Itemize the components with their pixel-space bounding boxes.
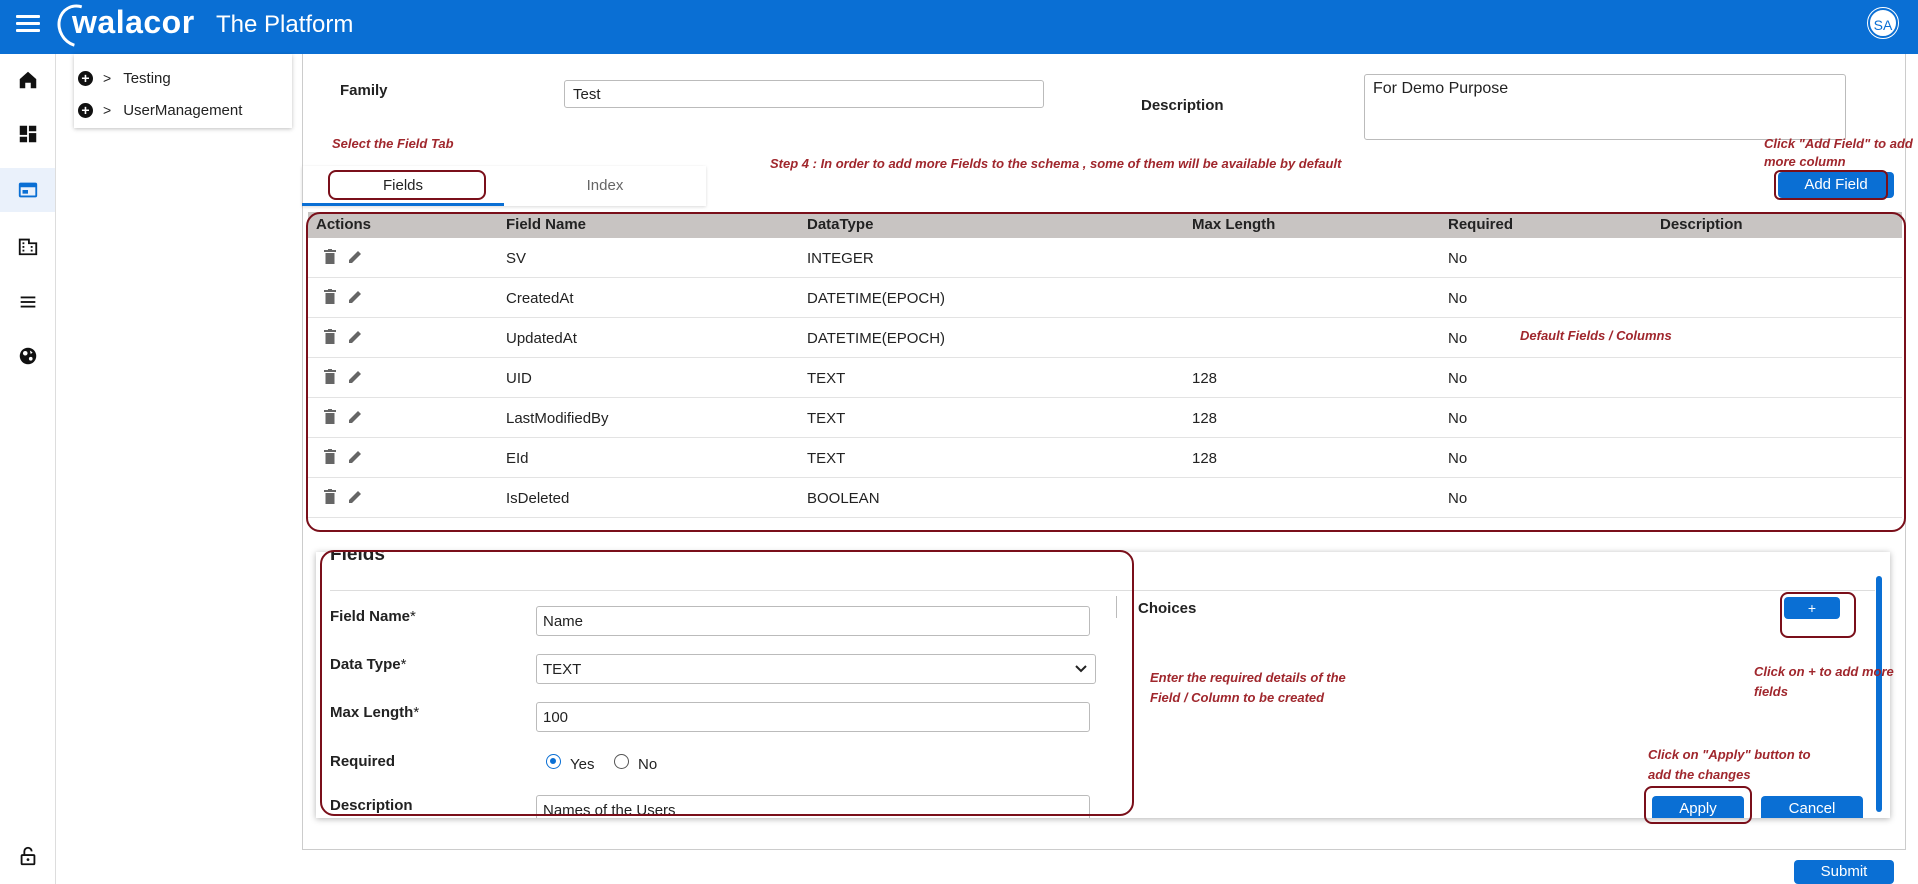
schema-tree: + > Testing + > UserManagement bbox=[74, 54, 292, 128]
note-step4: Step 4 : In order to add more Fields to … bbox=[770, 156, 1342, 171]
tab-index[interactable]: Index bbox=[504, 166, 706, 206]
building-icon[interactable] bbox=[0, 224, 55, 268]
tree-item-label: Testing bbox=[123, 69, 171, 87]
highlight-add-choice bbox=[1780, 592, 1856, 638]
add-circle-icon[interactable]: + bbox=[78, 70, 93, 86]
list-icon[interactable] bbox=[0, 280, 55, 324]
choices-label: Choices bbox=[1138, 600, 1197, 617]
highlight-apply bbox=[1644, 786, 1752, 824]
highlight-field-form bbox=[320, 550, 1134, 816]
left-navigation bbox=[0, 54, 56, 884]
tree-item-testing[interactable]: + > Testing bbox=[78, 65, 171, 91]
note-add-field: Click "Add Field" to add more column bbox=[1764, 136, 1913, 169]
description-label: Description bbox=[1141, 97, 1224, 114]
tree-item-label: UserManagement bbox=[123, 101, 243, 119]
add-circle-icon[interactable]: + bbox=[78, 102, 93, 118]
highlight-add-field bbox=[1774, 170, 1888, 200]
highlight-table bbox=[306, 212, 1906, 532]
lock-icon[interactable] bbox=[0, 834, 55, 878]
note-enter-details: Enter the required details of the Field … bbox=[1150, 670, 1346, 705]
globe-icon[interactable] bbox=[0, 334, 55, 378]
top-bar: walacor The Platform SA bbox=[0, 0, 1918, 56]
home-icon[interactable] bbox=[0, 58, 55, 102]
chevron-right-icon[interactable]: > bbox=[103, 102, 111, 118]
hamburger-menu-icon[interactable] bbox=[16, 15, 40, 33]
user-avatar[interactable]: SA bbox=[1867, 7, 1899, 39]
family-label: Family bbox=[340, 82, 388, 99]
app-title: The Platform bbox=[216, 11, 354, 38]
schema-icon[interactable] bbox=[0, 168, 55, 212]
description-textarea[interactable]: For Demo Purpose bbox=[1364, 74, 1846, 140]
note-select-tab: Select the Field Tab bbox=[332, 136, 454, 151]
dashboard-icon[interactable] bbox=[0, 112, 55, 156]
cancel-button[interactable]: Cancel bbox=[1761, 796, 1863, 818]
family-input[interactable]: Test bbox=[564, 80, 1044, 108]
note-click-plus: Click on + to add more fields bbox=[1754, 664, 1894, 699]
logo-text: walacor bbox=[72, 4, 195, 40]
chevron-right-icon[interactable]: > bbox=[103, 70, 111, 86]
note-click-apply: Click on "Apply" button to add the chang… bbox=[1648, 747, 1811, 782]
submit-button[interactable]: Submit bbox=[1794, 860, 1894, 884]
tree-item-usermanagement[interactable]: + > UserManagement bbox=[78, 97, 242, 123]
highlight-fields-tab bbox=[328, 170, 486, 200]
